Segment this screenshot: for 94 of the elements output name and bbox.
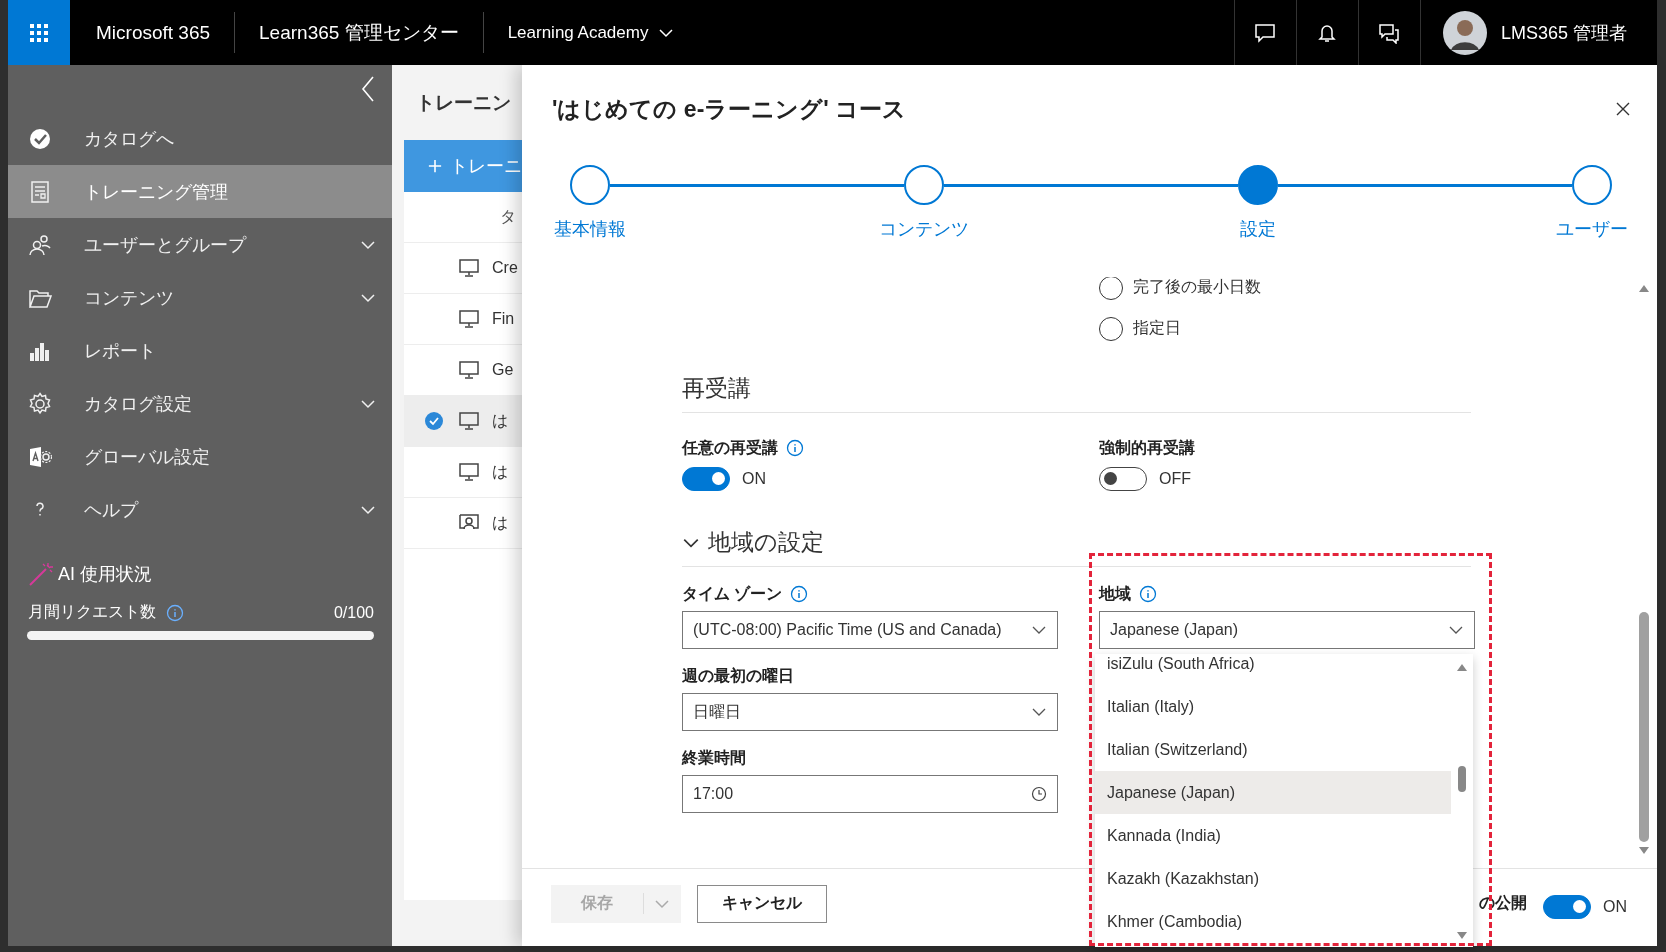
cancel-button[interactable]: キャンセル (697, 884, 827, 923)
dropdown-option[interactable]: isiZulu (South Africa) (1095, 654, 1451, 685)
toggle-switch[interactable] (1543, 894, 1591, 919)
toggle-state-text: ON (742, 470, 766, 488)
dropdown-field[interactable]: 日曜日 (682, 693, 1058, 731)
dropdown-option[interactable]: Japanese (Japan) (1095, 771, 1451, 814)
table-cell: Fin (492, 310, 515, 328)
step-label[interactable]: ユーザー (1556, 217, 1628, 241)
step-circle[interactable] (1572, 165, 1612, 205)
field-label: 週の最初の曜日 (682, 665, 794, 686)
toggle-state-text: ON (1603, 897, 1627, 916)
chat-icon (1254, 21, 1277, 44)
monitor-icon (458, 308, 480, 330)
magic-wand-icon (28, 561, 54, 587)
field-label: タイム ゾーン (682, 583, 783, 604)
scroll-down-icon (1638, 846, 1650, 856)
field-label: 地域 (1099, 583, 1131, 604)
table-cell: Cre (492, 259, 518, 277)
info-icon[interactable] (786, 439, 804, 457)
people-icon (28, 232, 52, 257)
toggle-state-text: OFF (1159, 470, 1191, 488)
settings-icon (28, 444, 52, 469)
section-heading: 再受講 (682, 373, 1471, 413)
step-circle[interactable] (904, 165, 944, 205)
step-circle[interactable] (1238, 165, 1278, 205)
gear-icon (28, 391, 52, 416)
section-title: AI 使用状況 (58, 563, 152, 586)
field-label: 終業時間 (682, 747, 746, 768)
tenant-selector[interactable]: Learning Academy (483, 0, 699, 65)
monitor-icon (458, 257, 480, 279)
app-launcher-button[interactable] (8, 0, 70, 65)
nav-item[interactable]: グローバル設定 (8, 430, 392, 483)
monitor-icon (458, 461, 480, 483)
scroll-up-icon[interactable] (1638, 283, 1650, 293)
field-label: 任意の再受講 (682, 437, 778, 458)
scroll-up-icon[interactable] (1456, 662, 1468, 672)
avatar-icon (1442, 10, 1487, 55)
check-circle-icon (424, 411, 444, 431)
table-cell-text: は (492, 461, 508, 482)
info-icon[interactable] (790, 585, 809, 603)
radio-label[interactable]: 指定日 (1133, 318, 1181, 339)
table-cell-text: は (492, 410, 508, 431)
table-cell-text: は (492, 512, 508, 533)
page-title: トレーニン (415, 90, 512, 115)
chevron-left-icon (360, 74, 376, 103)
step-label[interactable]: 基本情報 (554, 217, 626, 241)
scrollbar-thumb[interactable] (1458, 766, 1466, 792)
step-label[interactable]: コンテンツ (879, 217, 969, 241)
dropdown-option[interactable]: Italian (Switzerland) (1095, 728, 1451, 771)
radio-label[interactable]: 完了後の最小日数 (1133, 277, 1261, 298)
dropdown-option[interactable]: Kannada (India) (1095, 814, 1451, 857)
scrollbar-thumb[interactable] (1639, 612, 1649, 842)
section-heading: 地域の設定 (708, 528, 824, 557)
clock-icon (1031, 786, 1047, 802)
metric-label: 月間リクエスト数 (28, 602, 156, 622)
dropdown-option[interactable]: Italian (Italy) (1095, 685, 1451, 728)
table-cell: Ge (492, 361, 514, 379)
dropdown-field[interactable]: (UTC-08:00) Pacific Time (US and Canada) (682, 611, 1058, 649)
toggle-switch[interactable] (1099, 467, 1147, 491)
info-icon[interactable] (1139, 585, 1157, 603)
nav-item[interactable]: ヘルプ (8, 483, 392, 536)
step-circle[interactable] (570, 165, 610, 205)
field-label: 強制的再受講 (1099, 437, 1195, 458)
dropdown-option[interactable]: Kazakh (Kazakhstan) (1095, 857, 1451, 900)
radio-button[interactable] (1099, 316, 1123, 341)
monitor-icon (458, 359, 480, 381)
app-launcher-icon (30, 23, 48, 42)
nav-item[interactable]: ユーザーとグループ (8, 218, 392, 271)
time-field[interactable]: 17:00 (682, 775, 1058, 813)
plus-icon (428, 158, 442, 174)
monitor-icon (458, 410, 480, 432)
document-icon (28, 179, 52, 204)
dropdown-option[interactable]: Khmer (Cambodia) (1095, 900, 1451, 943)
column-header: タ (500, 206, 516, 227)
check-circle-icon (28, 126, 52, 151)
nav-item[interactable]: コンテンツ (8, 271, 392, 324)
table-row[interactable]: は (404, 396, 522, 447)
radio-button[interactable] (1099, 277, 1123, 300)
info-icon[interactable] (166, 603, 184, 622)
collapse-button[interactable] (360, 74, 376, 103)
metric-count: 0/100 (333, 603, 374, 622)
toggle-switch[interactable] (682, 467, 730, 491)
admin-center-name[interactable]: Learn365 管理センター (235, 12, 484, 53)
nav-item[interactable]: カタログへ (8, 112, 392, 165)
nav-item[interactable]: カタログ設定 (8, 377, 392, 430)
save-split-button: 保存 (551, 884, 681, 923)
app-name[interactable]: Microsoft 365 (70, 12, 236, 53)
step-label[interactable]: 設定 (1240, 217, 1276, 241)
chat-bubbles-icon (1378, 21, 1401, 44)
panel-title: 'はじめての e-ラーニング' コース (552, 94, 907, 124)
nav-item[interactable]: レポート (8, 324, 392, 377)
scroll-down-icon[interactable] (1456, 931, 1468, 941)
dropdown-field[interactable]: Japanese (Japan) (1099, 611, 1475, 649)
close-icon (1615, 101, 1631, 117)
